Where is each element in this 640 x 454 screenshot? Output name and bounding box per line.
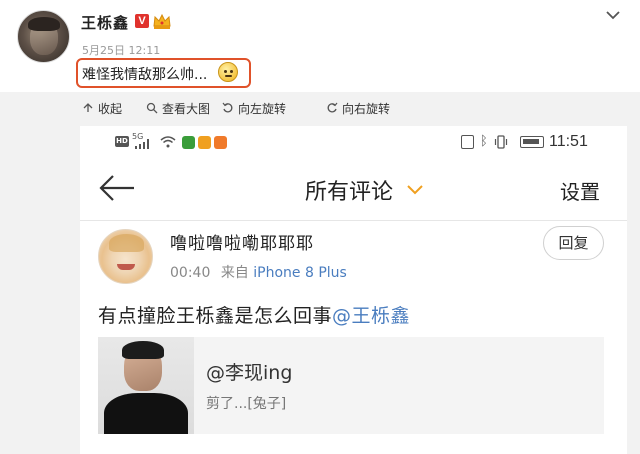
page-title[interactable]: 所有评论 (305, 174, 393, 206)
commenter-avatar[interactable] (98, 229, 153, 284)
comment-time: 00:40 (170, 265, 211, 281)
view-large-button[interactable]: 查看大图 (146, 99, 210, 117)
app-notification-icon (182, 136, 195, 149)
status-time: 11:51 (549, 133, 588, 150)
chevron-down-icon[interactable] (606, 10, 620, 20)
embedded-screenshot[interactable]: HD 5G ᛒ 11:51 所有评论 设置 噜啦噜啦嘞耶耶耶 00:40 来自 … (80, 126, 627, 454)
collapse-button[interactable]: 收起 (82, 99, 122, 117)
rotate-right-button[interactable]: 向右旋转 (326, 99, 390, 117)
verified-badge-icon: V (135, 14, 149, 28)
post-text: 难怪我情敌那么帅... (82, 67, 208, 83)
crown-icon (153, 13, 171, 29)
mail-notification-icon (198, 136, 211, 149)
commenter-name[interactable]: 噜啦噜啦嘞耶耶耶 (170, 229, 314, 254)
divider (80, 220, 627, 221)
comment-device[interactable]: iPhone 8 Plus (253, 265, 347, 281)
card-subtitle: 剪了...[兔子] (206, 396, 287, 412)
bluetooth-icon: ᛒ (480, 134, 488, 149)
rotate-left-label: 向左旋转 (238, 101, 287, 116)
wifi-icon (160, 136, 176, 148)
username[interactable]: 王栎鑫 (81, 12, 129, 33)
comment-meta: 00:40 来自 iPhone 8 Plus (170, 262, 347, 282)
comment-body: 有点撞脸王栎鑫是怎么回事 (98, 305, 333, 327)
hd-icon: HD (115, 136, 129, 147)
comment-from-label: 来自 (220, 265, 249, 281)
battery-icon (520, 136, 544, 148)
play-notification-icon (214, 136, 227, 149)
view-large-label: 查看大图 (162, 101, 211, 116)
mention-link[interactable]: @王栎鑫 (332, 305, 410, 327)
post-time: 5月25日 12:11 (82, 44, 161, 57)
card-handle: @李现ing (206, 362, 293, 384)
settings-button[interactable]: 设置 (560, 176, 600, 205)
rotate-right-icon (327, 102, 338, 113)
card-thumbnail (98, 337, 194, 434)
rotate-left-button[interactable]: 向左旋转 (222, 99, 286, 117)
chevron-down-icon[interactable] (406, 184, 424, 196)
reply-button[interactable]: 回复 (543, 226, 604, 260)
user-avatar[interactable] (17, 10, 70, 63)
nfc-icon (461, 135, 474, 149)
signal-icon (135, 139, 149, 149)
magnifier-icon (146, 102, 158, 114)
comment-text: 有点撞脸王栎鑫是怎么回事@王栎鑫 (98, 301, 410, 328)
rotate-left-icon (222, 102, 233, 113)
back-arrow-icon[interactable] (98, 174, 136, 202)
collapse-icon (83, 103, 93, 112)
vibrate-icon (494, 135, 508, 149)
collapse-label: 收起 (98, 101, 123, 116)
rotate-right-label: 向右旋转 (342, 101, 391, 116)
thinking-emoji-icon (218, 62, 238, 82)
